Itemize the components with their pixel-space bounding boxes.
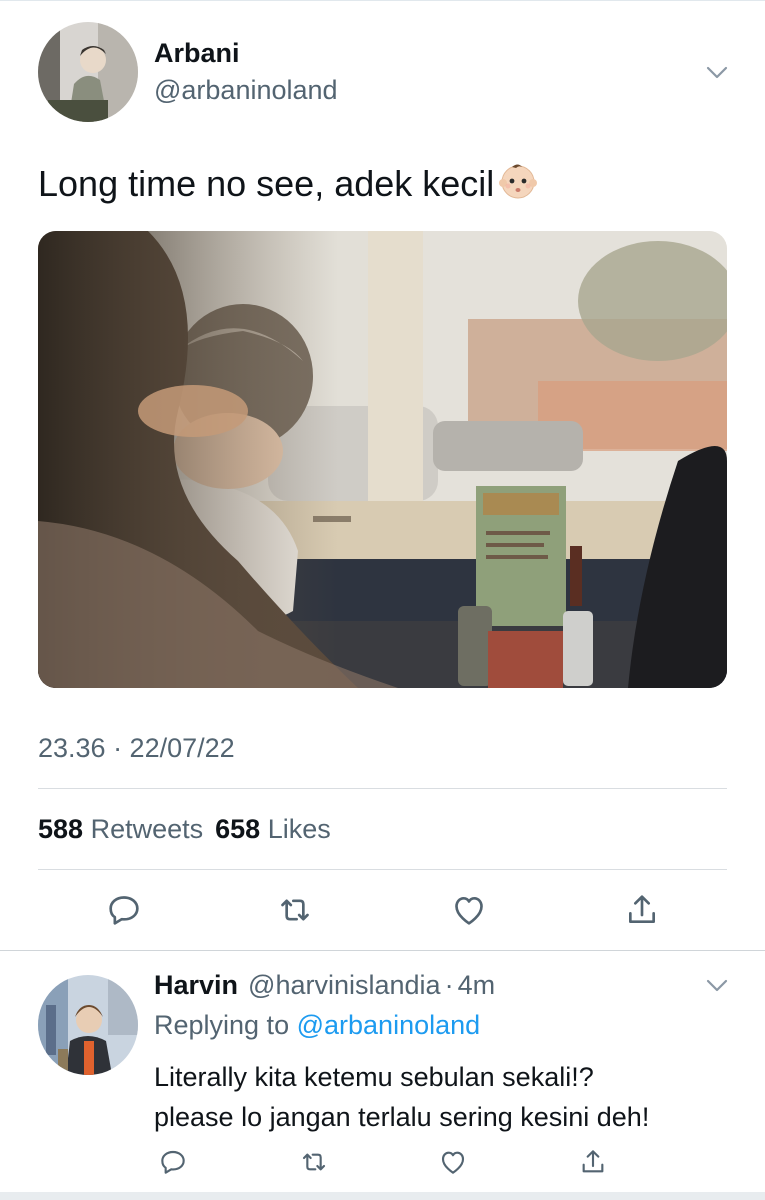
retweet-icon[interactable] <box>275 890 315 930</box>
retweets-stat[interactable]: 588 Retweets <box>38 814 203 844</box>
separator-dot: · <box>444 970 454 1000</box>
replying-prefix: Replying to <box>154 1010 290 1040</box>
tweet-text-content: Long time no see, adek kecil <box>38 163 495 204</box>
like-icon[interactable] <box>449 890 489 930</box>
divider <box>38 869 727 870</box>
reply-time[interactable]: 4m <box>458 970 496 1000</box>
reply-author-name[interactable]: Harvin <box>154 970 238 1000</box>
bottom-border <box>0 1192 765 1200</box>
avatar[interactable] <box>38 22 138 122</box>
reply-author-handle[interactable]: @harvinislandia <box>248 970 441 1000</box>
likes-count: 658 <box>215 814 261 844</box>
divider <box>38 788 727 789</box>
author-name[interactable]: Arbani <box>154 38 240 69</box>
tweet-text: Long time no see, adek kecil <box>38 160 540 209</box>
reply-icon[interactable] <box>104 890 144 930</box>
reply-header: Harvin @harvinislandia · 4m <box>154 970 495 1001</box>
reply-icon[interactable] <box>157 1146 189 1178</box>
like-icon[interactable] <box>437 1146 469 1178</box>
main-tweet[interactable]: Arbani @arbaninoland Long time no see, a… <box>0 0 765 950</box>
chevron-down-icon[interactable] <box>702 60 732 84</box>
reply-text: Literally kita ketemu sebulan sekali!? p… <box>154 1057 754 1137</box>
reply-text-line: please lo jangan terlalu sering kesini d… <box>154 1102 650 1132</box>
tweet-stats: 588 Retweets 658 Likes <box>38 814 331 845</box>
reply-text-line: Literally kita ketemu sebulan sekali!? <box>154 1062 594 1092</box>
retweet-icon[interactable] <box>298 1146 330 1178</box>
chevron-down-icon[interactable] <box>702 975 732 999</box>
share-icon[interactable] <box>622 890 662 930</box>
baby-emoji-icon <box>496 160 540 209</box>
author-handle[interactable]: @arbaninoland <box>154 75 338 106</box>
likes-label: Likes <box>267 814 331 844</box>
retweets-count: 588 <box>38 814 84 844</box>
share-icon[interactable] <box>577 1146 609 1178</box>
replying-mention-link[interactable]: @arbaninoland <box>297 1010 481 1040</box>
section-divider <box>0 950 765 951</box>
tweet-photo[interactable] <box>38 231 727 688</box>
replying-to: Replying to @arbaninoland <box>154 1010 480 1041</box>
likes-stat[interactable]: 658 Likes <box>215 814 331 844</box>
reply-avatar[interactable] <box>38 975 138 1075</box>
tweet-timestamp[interactable]: 23.36 · 22/07/22 <box>38 733 235 764</box>
retweets-label: Retweets <box>90 814 204 844</box>
